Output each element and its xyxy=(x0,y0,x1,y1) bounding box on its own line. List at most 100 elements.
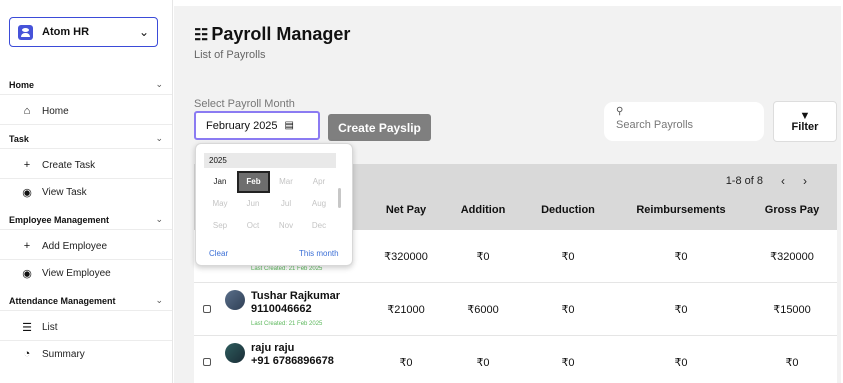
deduction-cell: ₹0 xyxy=(561,304,575,316)
chevron-down-icon: ⌄ xyxy=(155,214,163,224)
avatar xyxy=(225,290,245,310)
filter-icon: ▼ xyxy=(799,109,811,122)
org-switcher[interactable]: Atom HR ⌄ xyxy=(9,17,158,47)
table-row[interactable]: Tushar Rajkumar 9110046662 Last Created:… xyxy=(194,283,837,336)
employee-name: raju raju xyxy=(251,342,295,354)
pie-chart-icon: ◔ xyxy=(23,348,31,360)
month-option[interactable]: Jan xyxy=(206,175,234,189)
gross-pay-cell: ₹15000 xyxy=(773,304,811,316)
month-option[interactable]: Apr xyxy=(305,175,333,189)
avatar xyxy=(225,343,245,363)
column-header-gross-pay[interactable]: Gross Pay xyxy=(765,204,819,216)
chevron-left-icon[interactable]: ‹ xyxy=(781,174,785,188)
month-option[interactable]: Jul xyxy=(272,197,300,211)
eye-icon: ◉ xyxy=(22,267,32,280)
deduction-cell: ₹0 xyxy=(561,251,575,263)
sidebar: Atom HR ⌄ Home ⌄ ⌂ Home Task ⌄ + Create … xyxy=(0,0,173,383)
row-checkbox[interactable] xyxy=(203,358,211,366)
sidebar-item-list[interactable]: ☰ List xyxy=(20,318,58,336)
month-option[interactable]: Aug xyxy=(305,197,333,211)
addition-cell: ₹0 xyxy=(476,251,490,263)
create-payslip-button[interactable]: Create Payslip xyxy=(328,114,431,141)
sidebar-item-view-task[interactable]: ◉ View Task xyxy=(20,183,87,201)
org-name: Atom HR xyxy=(42,26,90,38)
sidebar-section-label: Task xyxy=(9,133,29,144)
sidebar-item-label: View Employee xyxy=(42,267,111,279)
month-picker-popup: 2025 Jan Feb Mar Apr May Jun Jul Aug Sep… xyxy=(195,143,353,266)
home-icon: ⌂ xyxy=(23,105,31,117)
sidebar-item-add-employee[interactable]: + Add Employee xyxy=(20,237,107,255)
org-logo-icon xyxy=(18,24,33,40)
net-pay-cell: ₹21000 xyxy=(387,304,425,316)
month-label: Select Payroll Month xyxy=(194,98,295,110)
picker-year[interactable]: 2025 xyxy=(204,153,336,168)
month-picker-input[interactable]: February 2025 ▤ xyxy=(194,111,320,140)
reimbursements-cell: ₹0 xyxy=(674,304,688,316)
month-option[interactable]: Sep xyxy=(206,219,234,233)
month-option[interactable]: Dec xyxy=(305,219,333,233)
sidebar-section-label: Home xyxy=(9,79,35,90)
list-icon: ☰ xyxy=(22,321,32,334)
sidebar-section-label: Employee Management xyxy=(9,214,110,225)
row-checkbox[interactable] xyxy=(203,305,211,313)
month-option[interactable]: May xyxy=(206,197,234,211)
sidebar-item-label: Home xyxy=(42,105,69,117)
sidebar-section-home[interactable]: Home ⌄ xyxy=(0,75,172,95)
column-header-deduction[interactable]: Deduction xyxy=(541,204,595,216)
column-header-reimbursements[interactable]: Reimbursements xyxy=(636,204,725,216)
net-pay-cell: ₹320000 xyxy=(384,251,428,263)
employee-phone: 9110046662 xyxy=(251,303,312,315)
calendar-icon: ▤ xyxy=(284,120,294,131)
sidebar-item-home[interactable]: ⌂ Home xyxy=(20,102,69,120)
month-option[interactable]: Jun xyxy=(239,197,267,211)
sidebar-item-label: Summary xyxy=(42,348,85,360)
checklist-icon: ☷ xyxy=(194,26,209,44)
search-input[interactable]: ⚲ Search Payrolls xyxy=(604,102,764,141)
picker-clear-button[interactable]: Clear xyxy=(209,249,228,258)
page-subtitle: List of Payrolls xyxy=(194,49,266,61)
reimbursements-cell: ₹0 xyxy=(674,251,688,263)
column-header-net-pay[interactable]: Net Pay xyxy=(386,204,426,216)
sidebar-section-task[interactable]: Task ⌄ xyxy=(0,129,172,149)
reimbursements-cell: ₹0 xyxy=(674,357,688,369)
column-header-addition[interactable]: Addition xyxy=(461,204,506,216)
plus-icon: + xyxy=(23,159,31,171)
picker-this-month-button[interactable]: This month xyxy=(299,249,339,258)
chevron-right-icon[interactable]: › xyxy=(803,174,807,188)
picker-scrollbar[interactable] xyxy=(338,188,341,208)
sidebar-section-label: Attendance Management xyxy=(9,295,116,306)
employee-name-block: raju raju +91 6786896678 xyxy=(251,342,334,368)
table-row[interactable]: raju raju +91 6786896678 ₹0 ₹0 ₹0 ₹0 ₹0 xyxy=(194,336,837,383)
sidebar-item-label: Create Task xyxy=(42,159,96,171)
month-value: February 2025 xyxy=(206,119,278,132)
addition-cell: ₹0 xyxy=(476,357,490,369)
deduction-cell: ₹0 xyxy=(561,357,575,369)
search-icon: ⚲ xyxy=(616,106,624,117)
sidebar-item-label: View Task xyxy=(42,186,87,198)
gross-pay-cell: ₹320000 xyxy=(770,251,814,263)
filter-label: Filter xyxy=(791,120,819,133)
pagination-text: 1-8 of 8 xyxy=(725,175,763,187)
page-title: ☷ Payroll Manager xyxy=(194,24,350,45)
last-created-text: Last Created: 21 Feb 2025 xyxy=(251,266,323,272)
month-option-selected[interactable]: Feb xyxy=(237,171,270,193)
sidebar-item-create-task[interactable]: + Create Task xyxy=(20,156,95,174)
gross-pay-cell: ₹0 xyxy=(785,357,799,369)
filter-button[interactable]: ▼ Filter xyxy=(773,101,837,142)
chevron-down-icon: ⌄ xyxy=(155,79,163,89)
sidebar-section-attendance-management[interactable]: Attendance Management ⌄ xyxy=(0,291,172,311)
month-option[interactable]: Oct xyxy=(239,219,267,233)
month-option[interactable]: Nov xyxy=(272,219,300,233)
sidebar-item-view-employee[interactable]: ◉ View Employee xyxy=(20,264,111,282)
sidebar-section-employee-management[interactable]: Employee Management ⌄ xyxy=(0,210,172,230)
chevron-down-icon: ⌄ xyxy=(155,295,163,305)
last-created-text: Last Created: 21 Feb 2025 xyxy=(251,321,323,327)
plus-icon: + xyxy=(23,240,31,252)
net-pay-cell: ₹0 xyxy=(399,357,413,369)
chevron-down-icon: ⌄ xyxy=(155,133,163,143)
employee-name: Tushar Rajkumar xyxy=(251,290,341,302)
sidebar-item-summary[interactable]: ◔ Summary xyxy=(20,345,85,363)
eye-icon: ◉ xyxy=(22,186,32,199)
search-placeholder: Search Payrolls xyxy=(616,119,694,131)
month-option[interactable]: Mar xyxy=(272,175,300,189)
